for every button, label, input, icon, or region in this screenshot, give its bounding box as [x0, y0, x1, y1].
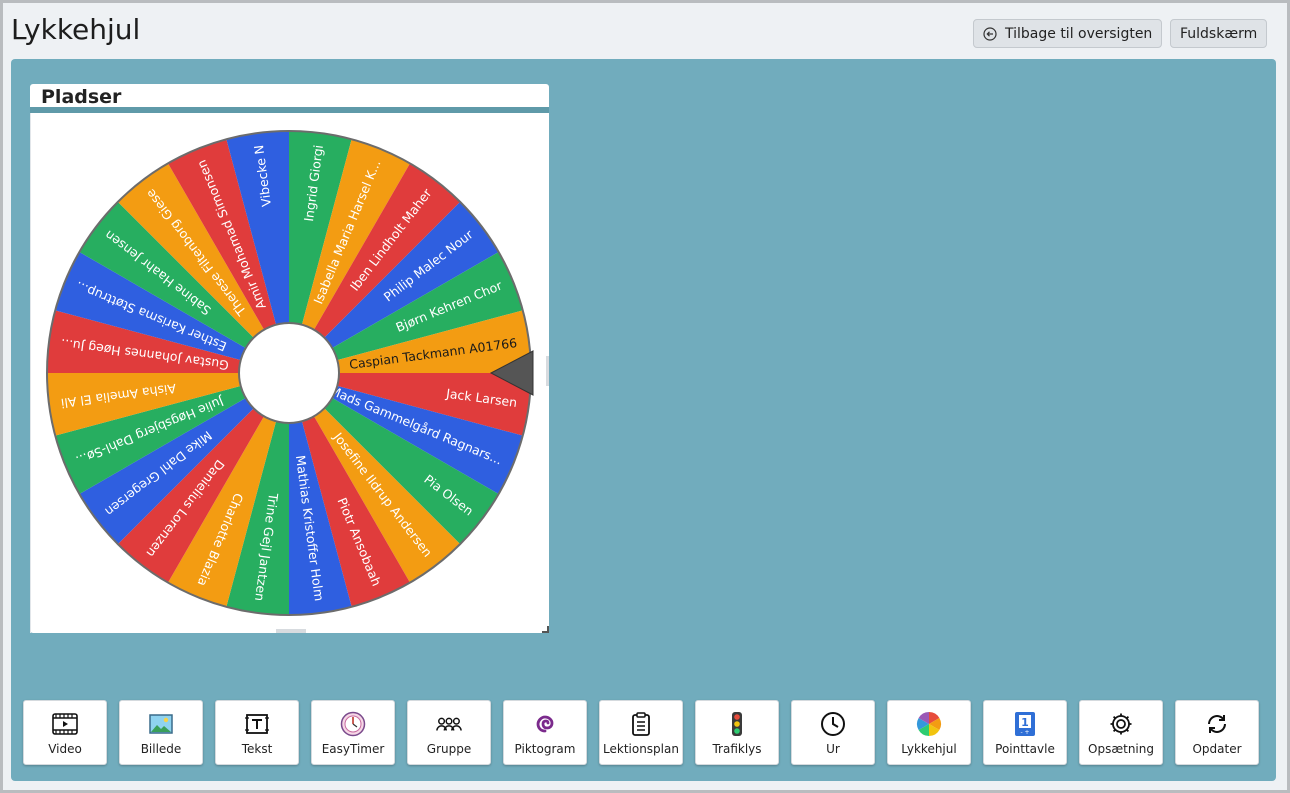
clipboard-icon [628, 711, 654, 737]
refresh-icon [1204, 711, 1230, 737]
fortune-wheel[interactable]: Ingrid GiorgiIsabella Maria Harsel K...I… [30, 113, 549, 633]
traffic-light-icon [724, 711, 750, 737]
tool-label: Opdater [1192, 742, 1242, 756]
tool-bar: Video Billede Tekst EasyTimer Gruppe Pik… [23, 700, 1271, 765]
easytimer-icon [340, 711, 366, 737]
tool-clock-button[interactable]: Ur [791, 700, 875, 765]
fullscreen-button-label: Fuldskærm [1180, 25, 1258, 42]
tool-label: Lektionsplan [603, 742, 679, 756]
wheel-widget[interactable]: Pladser Ingrid Giorgi Isabella Maria Hars… [30, 84, 549, 633]
svg-text:1: 1 [1021, 716, 1029, 729]
tool-label: Billede [140, 742, 182, 756]
tool-easytimer-button[interactable]: EasyTimer [311, 700, 395, 765]
tool-label: Gruppe [426, 742, 472, 756]
tool-text-button[interactable]: Tekst [215, 700, 299, 765]
tool-lesson-plan-button[interactable]: Lektionsplan [599, 700, 683, 765]
clock-icon [820, 711, 846, 737]
video-icon [52, 711, 78, 737]
gear-icon [1108, 711, 1134, 737]
arrow-left-circle-icon [983, 26, 997, 41]
back-to-overview-button[interactable]: Tilbage til oversigten [973, 19, 1163, 48]
tool-label: Ur [826, 742, 840, 756]
tool-wheel-button[interactable]: Lykkehjul [887, 700, 971, 765]
page-title: Lykkehjul [11, 13, 141, 46]
tool-pictogram-button[interactable]: Piktogram [503, 700, 587, 765]
resize-handle-bottom[interactable] [276, 629, 306, 633]
tool-settings-button[interactable]: Opsætning [1079, 700, 1163, 765]
scoreboard-icon: 1- + [1012, 711, 1038, 737]
tool-label: Tekst [241, 742, 273, 756]
tool-label: Opsætning [1088, 742, 1154, 756]
tool-image-button[interactable]: Billede [119, 700, 203, 765]
tool-label: Trafiklys [712, 742, 762, 756]
wheel-center-hub[interactable] [238, 322, 340, 424]
tool-label: EasyTimer [321, 742, 385, 756]
tool-group-button[interactable]: Gruppe [407, 700, 491, 765]
fullscreen-button[interactable]: Fuldskærm [1170, 19, 1268, 48]
resize-handle-right[interactable] [546, 356, 549, 386]
text-icon [244, 711, 270, 737]
pictogram-icon [532, 711, 558, 737]
tool-label: Lykkehjul [901, 742, 957, 756]
tool-refresh-button[interactable]: Opdater [1175, 700, 1259, 765]
tool-label: Video [48, 742, 82, 756]
tool-label: Piktogram [514, 742, 576, 756]
svg-text:- +: - + [1020, 729, 1029, 736]
tool-scoreboard-button[interactable]: 1- + Pointtavle [983, 700, 1067, 765]
color-wheel-icon [916, 711, 942, 737]
tool-traffic-light-button[interactable]: Trafiklys [695, 700, 779, 765]
tool-label: Pointtavle [995, 742, 1055, 756]
tool-video-button[interactable]: Video [23, 700, 107, 765]
app-window: Lykkehjul Tilbage til oversigten Fuldskæ… [3, 3, 1287, 790]
board-area: Pladser Ingrid Giorgi Isabella Maria Hars… [11, 59, 1276, 781]
back-button-label: Tilbage til oversigten [1005, 25, 1153, 42]
widget-title: Pladser [41, 86, 122, 108]
resize-corner-icon[interactable] [542, 626, 549, 633]
group-icon [436, 711, 462, 737]
image-icon [148, 711, 174, 737]
